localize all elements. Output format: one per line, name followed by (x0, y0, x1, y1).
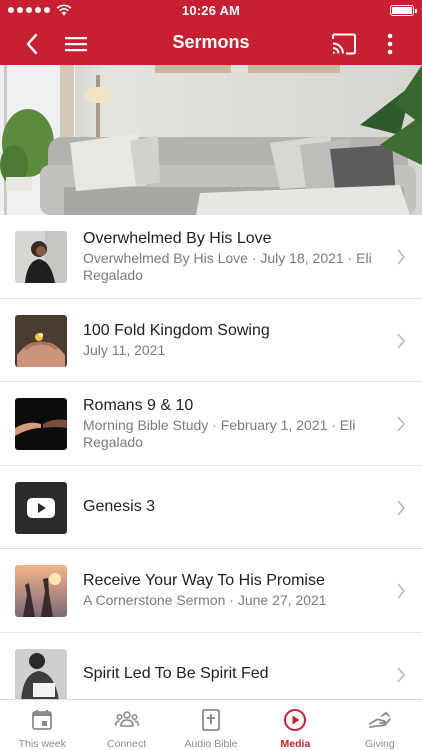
sermon-subtitle: Morning Bible Study · February 1, 2021 ·… (83, 416, 356, 450)
chevron-right-icon (397, 249, 406, 265)
chevron-right-icon (397, 583, 406, 599)
chevron-right-icon (397, 499, 406, 516)
sermon-row[interactable]: Romans 9 & 10 Morning Bible Study · Febr… (0, 382, 422, 466)
sermon-title: Receive Your Way To His Promise (83, 572, 325, 590)
youtube-icon (15, 481, 67, 534)
tab-label: This week (18, 738, 66, 750)
tab-this-week[interactable]: This week (0, 700, 84, 750)
worship-hands-image (15, 565, 67, 617)
sermon-title: Romans 9 & 10 (83, 396, 194, 414)
sermon-title: Overwhelmed By His Love (83, 229, 272, 247)
sermon-row[interactable]: Receive Your Way To His Promise A Corner… (0, 549, 422, 633)
sermon-title: Genesis 3 (83, 497, 156, 515)
cast-icon (332, 33, 356, 55)
tab-audio-bible[interactable]: Audio Bible (169, 700, 253, 750)
more-options-button[interactable] (374, 28, 406, 60)
sermon-thumbnail (15, 314, 67, 367)
battery-icon (390, 5, 417, 16)
tab-label: Audio Bible (184, 738, 238, 750)
play-circle-icon (284, 709, 307, 731)
living-room-illustration (0, 65, 422, 215)
tab-connect[interactable]: Connect (84, 700, 168, 750)
tab-media[interactable]: Media (253, 700, 337, 750)
status-bar: 10:26 AM (0, 0, 422, 22)
tab-label: Giving (364, 738, 395, 750)
sermon-row[interactable]: Spirit Led To Be Spirit Fed (0, 633, 422, 699)
tab-label: Connect (107, 738, 147, 750)
sermon-subtitle: July 11, 2021 (83, 341, 166, 358)
sermon-list: Overwhelmed By His Love Overwhelmed By H… (0, 215, 422, 699)
cast-button[interactable] (328, 28, 360, 60)
calendar-icon (32, 710, 53, 730)
sermon-row[interactable]: Genesis 3 (0, 466, 422, 549)
people-icon (114, 711, 139, 727)
person-reading-image (15, 648, 67, 699)
sermon-row[interactable]: Overwhelmed By His Love Overwhelmed By H… (0, 215, 422, 299)
sermon-thumbnail (15, 648, 67, 699)
sermon-thumbnail (15, 231, 67, 283)
chevron-right-icon (397, 416, 406, 432)
giving-hands-icon (368, 711, 391, 728)
more-vertical-icon (387, 33, 393, 55)
sermon-subtitle: A Cornerstone Sermon · June 27, 2021 (83, 592, 327, 609)
sermon-thumbnail (15, 398, 67, 450)
tab-bar: This week Connect Audio Bible Media Givi… (0, 699, 422, 750)
chevron-right-icon (397, 666, 406, 683)
tab-label: Media (280, 738, 311, 750)
sermon-row[interactable]: 100 Fold Kingdom Sowing July 11, 2021 (0, 299, 422, 382)
bible-icon (202, 709, 220, 731)
sermon-title: Spirit Led To Be Spirit Fed (83, 664, 269, 682)
hands-seed-image (15, 314, 67, 367)
hands-reaching-image (15, 398, 67, 450)
woman-praying-image (15, 231, 67, 283)
hero-image (0, 65, 422, 215)
chevron-right-icon (397, 332, 406, 349)
sermon-thumbnail (15, 565, 67, 617)
sermon-thumbnail (15, 481, 67, 534)
nav-bar: Sermons (0, 22, 422, 65)
tab-giving[interactable]: Giving (338, 700, 422, 750)
sermon-title: 100 Fold Kingdom Sowing (83, 321, 270, 339)
status-time: 10:26 AM (181, 3, 241, 18)
sermon-subtitle: Overwhelmed By His Love · July 18, 2021 … (83, 249, 372, 283)
